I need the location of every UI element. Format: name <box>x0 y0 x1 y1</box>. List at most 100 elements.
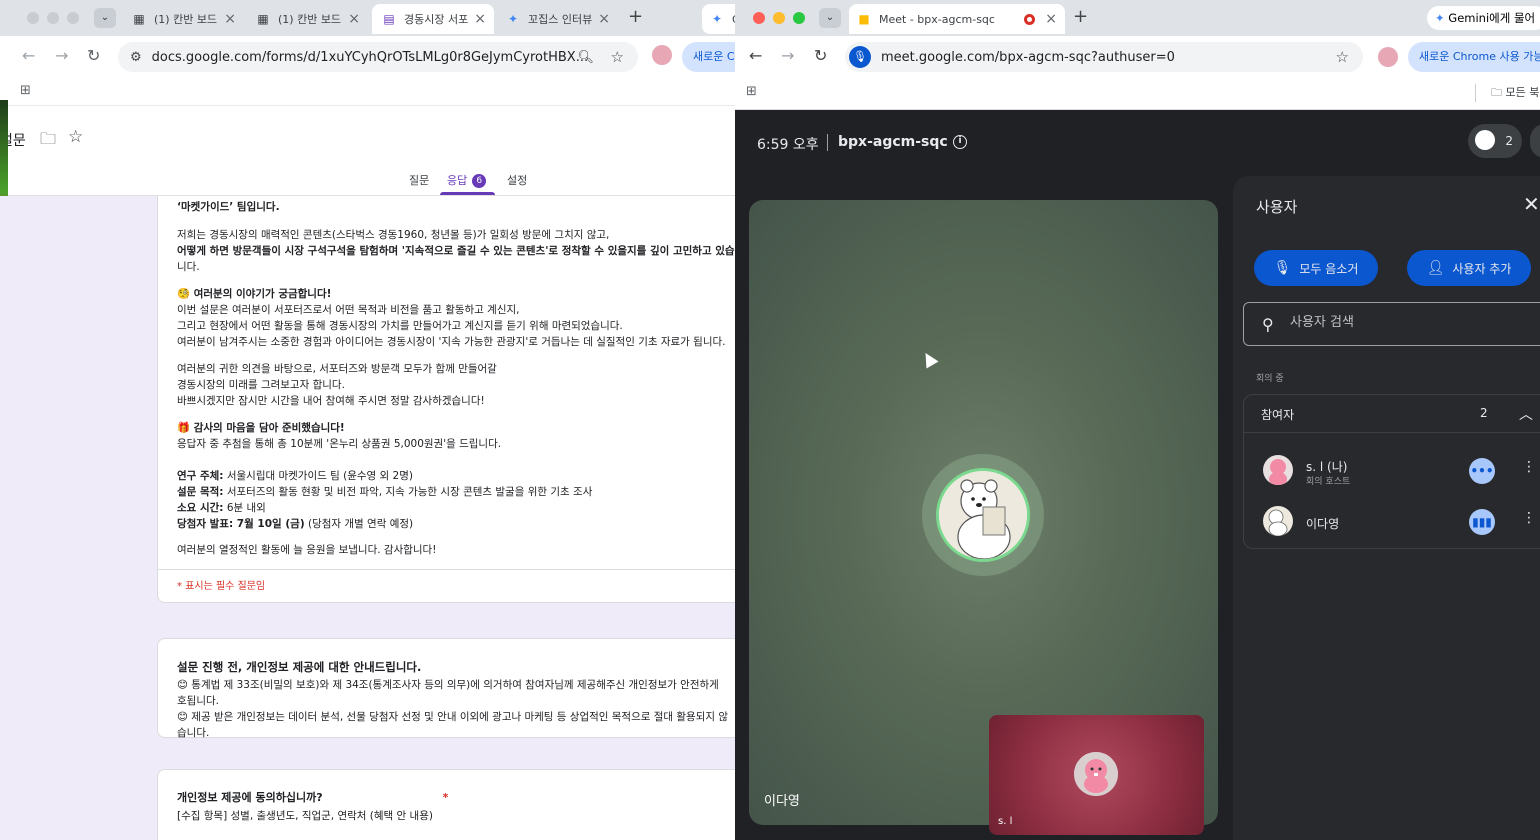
folder-icon[interactable]: 🗀 <box>40 128 56 155</box>
gemini-label: Gemini에게 물어 <box>1448 11 1536 25</box>
self-view-tile[interactable]: s. l <box>989 715 1204 835</box>
gemini-button[interactable]: ✦ Gemini에게 물어 <box>1427 6 1540 30</box>
intro-heading: 🧐 여러분의 이야기가 궁금합니다! <box>177 288 332 300</box>
close-icon[interactable]: × <box>474 11 486 27</box>
apps-grid-icon[interactable]: ⊞ <box>746 84 757 99</box>
tab-responses[interactable]: 응답 6 <box>447 172 487 188</box>
site-settings-icon[interactable]: ⚙ <box>130 50 142 65</box>
participants-count-button[interactable]: 2 <box>1468 124 1522 158</box>
window-minimize-dot[interactable] <box>773 12 785 24</box>
stage-participant-name: 이다영 <box>764 794 800 809</box>
window-close-dot[interactable] <box>753 12 765 24</box>
consent-question-card: 개인정보 제공에 동의하십니까? * [수집 항목] 성별, 출생년도, 직업군,… <box>157 769 735 840</box>
reload-icon[interactable]: ↻ <box>814 46 827 65</box>
tab-forms[interactable]: ▤ 경동시장 서포 × <box>372 4 494 34</box>
info-icon[interactable]: i <box>953 135 967 149</box>
mute-all-button[interactable]: 🎙︎ 모두 음소거 <box>1254 250 1378 286</box>
bear-illustration-icon <box>1263 506 1293 536</box>
self-avatar <box>1074 752 1118 796</box>
kebab-menu-icon[interactable]: ⋮ <box>1522 459 1536 475</box>
people-search[interactable]: ⚲ <box>1243 302 1540 346</box>
window-minimize-dot[interactable] <box>47 12 59 24</box>
participant-row[interactable]: s. l (나) 회의 호스트 ••• ⋮ <box>1244 447 1540 497</box>
tab-title: 꼬집스 인터뷰 <box>528 13 593 26</box>
gemini-icon: ✦ <box>507 12 519 26</box>
close-icon[interactable]: × <box>348 11 360 27</box>
forms-icon: ▤ <box>383 12 395 26</box>
divider <box>1475 84 1476 102</box>
folder-icon: 🗀 <box>1491 86 1502 99</box>
forward-icon[interactable]: → <box>55 46 68 65</box>
more-options-button[interactable] <box>1530 124 1540 158</box>
participants-group-header[interactable]: 참여자 2 ︿ <box>1244 395 1540 433</box>
tab-title: 경동시장 서포 <box>404 13 469 26</box>
recording-icon <box>1024 13 1035 25</box>
window-close-dot[interactable] <box>27 12 39 24</box>
all-bookmarks-folder[interactable]: 🗀 모든 북 <box>1491 84 1539 103</box>
chrome-update-button[interactable]: 새로운 Chrome 사용 가능 <box>1408 42 1540 72</box>
consent-description: [수집 항목] 성별, 출생년도, 직업군, 연락처 (혜택 안 내용) <box>177 810 433 822</box>
tab-search-icon[interactable]: ⌄ <box>94 8 116 28</box>
reload-icon[interactable]: ↻ <box>87 46 100 65</box>
tab-kanban-1[interactable]: ▦ (1) 칸반 보드 × <box>124 4 244 34</box>
participant-count: 2 <box>1505 134 1513 148</box>
new-tab-button[interactable]: + <box>628 6 643 27</box>
divider <box>158 569 735 570</box>
browser-toolbar: ← → ↻ ⚙ docs.google.com/forms/d/1xuYCyhQ… <box>0 36 735 78</box>
tab-meet[interactable]: ■ Meet - bpx-agcm-sqc × <box>849 4 1065 34</box>
chevron-up-icon[interactable]: ︿ <box>1519 404 1533 424</box>
participant-row[interactable]: 이다영 ▮▮▮ ⋮ <box>1244 498 1540 548</box>
tab-questions[interactable]: 질문 <box>409 172 429 188</box>
pink-beaver-icon <box>1263 455 1293 485</box>
participant-avatar <box>1263 455 1293 485</box>
more-icon[interactable]: ••• <box>1469 458 1495 484</box>
search-input[interactable] <box>1290 315 1540 330</box>
tab-kanban-2[interactable]: ▦ (1) 칸반 보드 × <box>248 4 368 34</box>
profile-avatar[interactable] <box>1378 47 1398 67</box>
star-icon[interactable]: ☆ <box>68 127 83 147</box>
bookmarks-label: 모든 북 <box>1505 86 1540 99</box>
back-icon[interactable]: ← <box>22 46 35 65</box>
tab-search-icon[interactable]: ⌄ <box>819 8 841 28</box>
bookmark-star-icon[interactable]: ☆ <box>1336 48 1349 66</box>
microphone-icon[interactable]: 🎙︎ <box>849 46 871 68</box>
meta-label: 연구 주체: <box>177 470 224 482</box>
window-zoom-dot[interactable] <box>793 12 805 24</box>
address-bar[interactable]: ⚙ docs.google.com/forms/d/1xuYCyhQrOTsLM… <box>118 42 638 72</box>
board-icon: ▦ <box>133 12 145 26</box>
participant-name: 이다영 <box>1306 517 1340 531</box>
add-people-button[interactable]: 👤︎ 사용자 추가 <box>1407 250 1531 286</box>
profile-avatar[interactable] <box>652 45 672 65</box>
close-icon[interactable]: × <box>224 11 236 27</box>
bookmarks-bar: ⊞ <box>0 78 735 106</box>
group-count: 2 <box>1480 406 1488 420</box>
apps-grid-icon[interactable]: ⊞ <box>20 83 31 98</box>
meeting-code: bpx-agcm-sqc <box>838 134 948 150</box>
group-label: 참여자 <box>1261 408 1295 422</box>
close-icon[interactable]: × <box>598 11 610 27</box>
close-icon[interactable]: × <box>1045 11 1057 27</box>
chrome-update-button[interactable]: 새로운 C <box>682 42 735 72</box>
closing-line: 여러분의 열정적인 활동에 늘 응원을 보냅니다. 감사합니다! <box>177 544 437 556</box>
kebab-menu-icon[interactable]: ⋮ <box>1522 510 1536 526</box>
window-zoom-dot[interactable] <box>67 12 79 24</box>
privacy-notice-card: 설문 진행 전, 개인정보 제공에 대한 안내드립니다. 😊 통계법 제 33조… <box>157 638 735 739</box>
tab-settings[interactable]: 설정 <box>507 172 527 188</box>
address-bar[interactable]: 🎙︎ meet.google.com/bpx-agcm-sqc?authuser… <box>845 42 1363 72</box>
meeting-time: 6:59 오후 <box>757 137 819 153</box>
tab-responses-label: 응답 <box>447 174 468 187</box>
bookmark-star-icon[interactable]: ☆ <box>611 48 624 66</box>
new-tab-button[interactable]: + <box>1073 6 1088 27</box>
board-icon: ▦ <box>257 12 269 26</box>
required-asterisk: * <box>442 791 449 804</box>
forward-icon[interactable]: → <box>781 46 794 65</box>
speaking-icon[interactable]: ▮▮▮ <box>1469 509 1495 535</box>
participant-mini-avatar <box>1475 130 1495 150</box>
privacy-line: 호됩니다. <box>177 695 219 707</box>
search-icon[interactable]: 🔍︎ <box>577 50 594 65</box>
back-icon[interactable]: ← <box>749 46 762 65</box>
tab-gemini[interactable]: ✦ G <box>702 4 735 34</box>
close-icon[interactable]: ✕ <box>1523 192 1540 216</box>
intro-line: 이번 설문은 여러분이 서포터즈로서 어떤 목적과 비전을 품고 활동하고 계신… <box>177 304 520 316</box>
tab-interview[interactable]: ✦ 꼬집스 인터뷰 × <box>498 4 618 34</box>
